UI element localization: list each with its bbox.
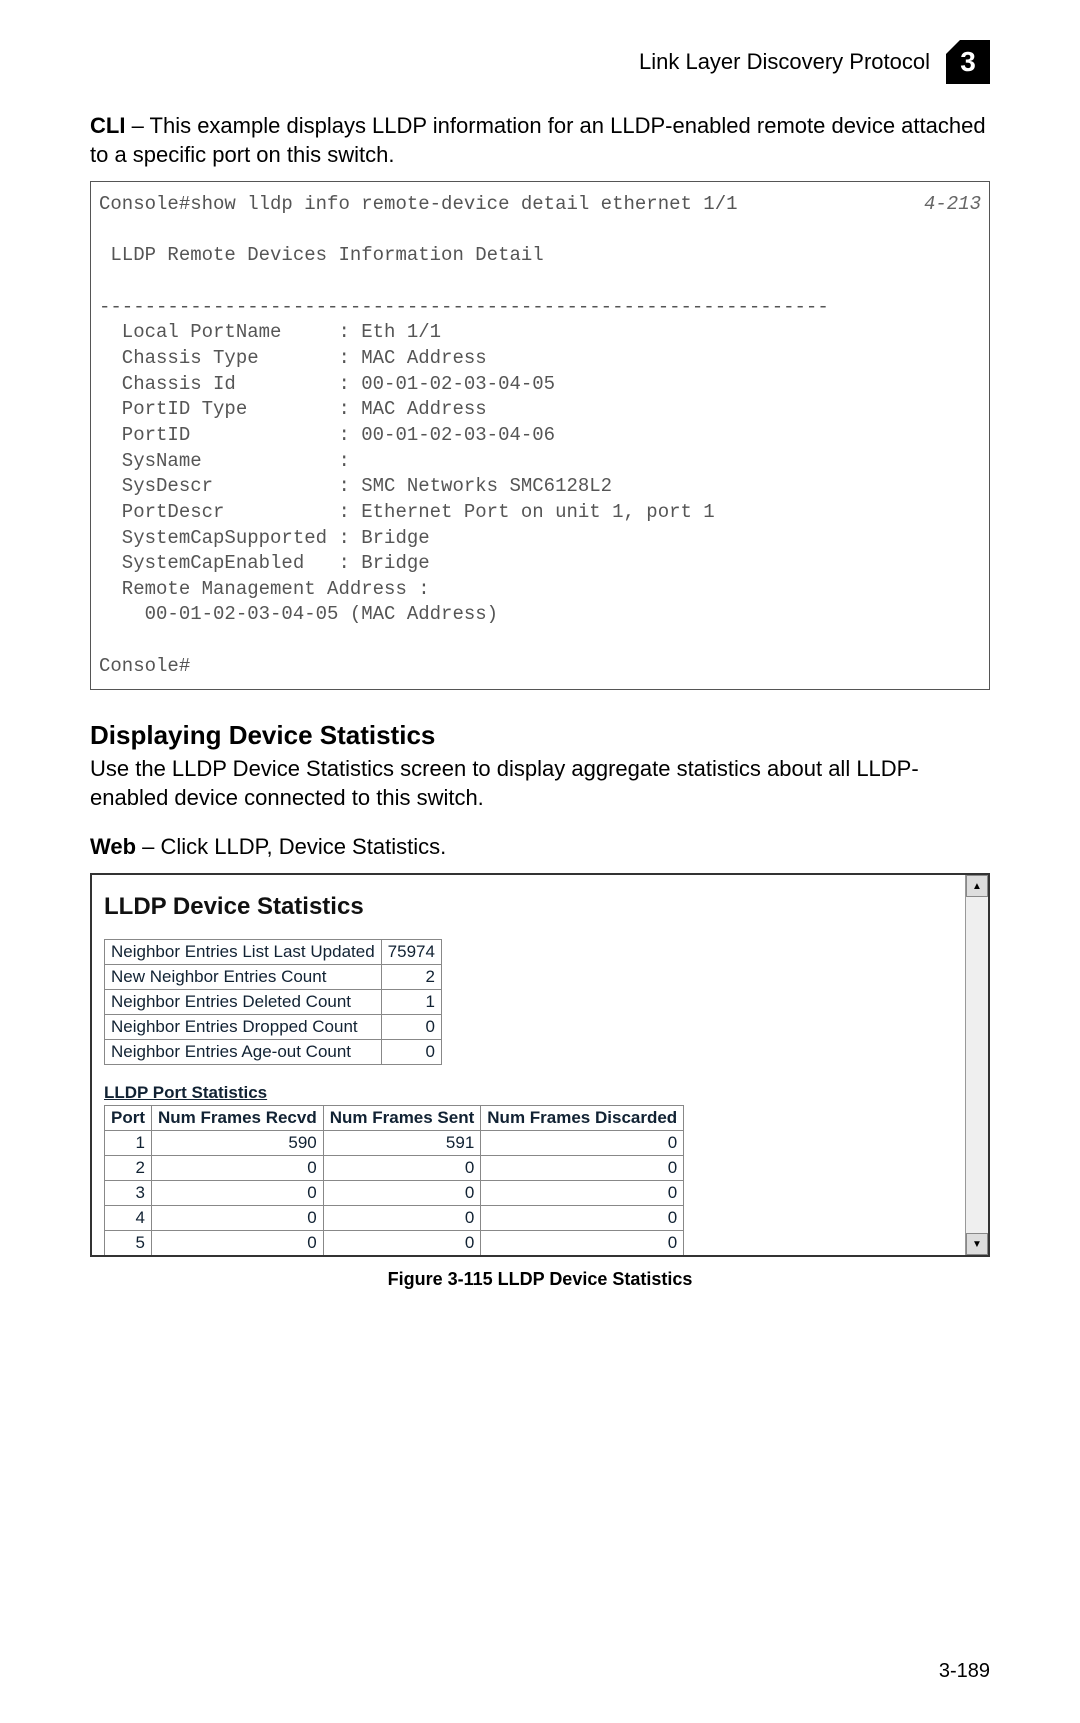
chapter-number: 3 (960, 46, 976, 78)
cli-description: CLI – This example displays LLDP informa… (90, 112, 990, 169)
page-header: Link Layer Discovery Protocol 3 (90, 40, 990, 84)
cli-output: 4-213 Console#show lldp info remote-devic… (90, 181, 990, 690)
page-number: 3-189 (90, 1660, 990, 1683)
cell: 590 (152, 1131, 324, 1156)
cell: 0 (481, 1156, 684, 1181)
column-header: Port (105, 1106, 152, 1131)
cell: 0 (481, 1181, 684, 1206)
table-row: 5000 (105, 1231, 684, 1256)
cell: 0 (152, 1156, 324, 1181)
table-row: New Neighbor Entries Count2 (105, 965, 442, 990)
table-row: 4000 (105, 1206, 684, 1231)
web-instruction: Web – Click LLDP, Device Statistics. (90, 833, 990, 862)
cli-label: CLI (90, 113, 125, 138)
cell: 2 (105, 1156, 152, 1181)
cell: 0 (481, 1206, 684, 1231)
cell: 3 (105, 1181, 152, 1206)
chapter-badge: 3 (946, 40, 990, 84)
table-row: 15905910 (105, 1131, 684, 1156)
cli-reference: 4-213 (924, 192, 981, 218)
summary-label: Neighbor Entries List Last Updated (105, 940, 382, 965)
cell: 0 (152, 1231, 324, 1256)
screenshot-frame: ▲ ▼ LLDP Device Statistics Neighbor Entr… (90, 873, 990, 1257)
summary-label: Neighbor Entries Deleted Count (105, 990, 382, 1015)
table-row: Neighbor Entries Age-out Count0 (105, 1040, 442, 1065)
summary-value: 0 (381, 1015, 441, 1040)
summary-value: 0 (381, 1040, 441, 1065)
web-label: Web (90, 834, 136, 859)
cell: 0 (481, 1131, 684, 1156)
column-header: Num Frames Recvd (152, 1106, 324, 1131)
table-row: 3000 (105, 1181, 684, 1206)
cell: 0 (323, 1231, 481, 1256)
summary-value: 75974 (381, 940, 441, 965)
table-row: Neighbor Entries Deleted Count1 (105, 990, 442, 1015)
column-header: Num Frames Discarded (481, 1106, 684, 1131)
figure-caption: Figure 3-115 LLDP Device Statistics (90, 1269, 990, 1290)
cli-lines: Console#show lldp info remote-device det… (99, 193, 829, 677)
cell: 1 (105, 1131, 152, 1156)
summary-label: Neighbor Entries Dropped Count (105, 1015, 382, 1040)
table-row: 2000 (105, 1156, 684, 1181)
cell: 0 (152, 1206, 324, 1231)
summary-label: New Neighbor Entries Count (105, 965, 382, 990)
cell: 0 (323, 1206, 481, 1231)
summary-value: 2 (381, 965, 441, 990)
port-stats-title: LLDP Port Statistics (104, 1083, 958, 1103)
section-heading: Displaying Device Statistics (90, 720, 990, 751)
cell: 0 (323, 1181, 481, 1206)
cell: 0 (481, 1231, 684, 1256)
section-text: Use the LLDP Device Statistics screen to… (90, 755, 990, 812)
summary-label: Neighbor Entries Age-out Count (105, 1040, 382, 1065)
cell: 5 (105, 1231, 152, 1256)
header-title: Link Layer Discovery Protocol (639, 49, 930, 75)
cell: 0 (152, 1181, 324, 1206)
table-row: Neighbor Entries List Last Updated75974 (105, 940, 442, 965)
cell: 4 (105, 1206, 152, 1231)
web-text: – Click LLDP, Device Statistics. (136, 834, 446, 859)
summary-table: Neighbor Entries List Last Updated75974N… (104, 939, 442, 1065)
cell: 591 (323, 1131, 481, 1156)
cell: 0 (323, 1156, 481, 1181)
column-header: Num Frames Sent (323, 1106, 481, 1131)
cli-text: – This example displays LLDP information… (90, 113, 986, 167)
screenshot-heading: LLDP Device Statistics (104, 893, 958, 921)
summary-value: 1 (381, 990, 441, 1015)
port-stats-table: PortNum Frames RecvdNum Frames SentNum F… (104, 1105, 684, 1255)
table-row: Neighbor Entries Dropped Count0 (105, 1015, 442, 1040)
